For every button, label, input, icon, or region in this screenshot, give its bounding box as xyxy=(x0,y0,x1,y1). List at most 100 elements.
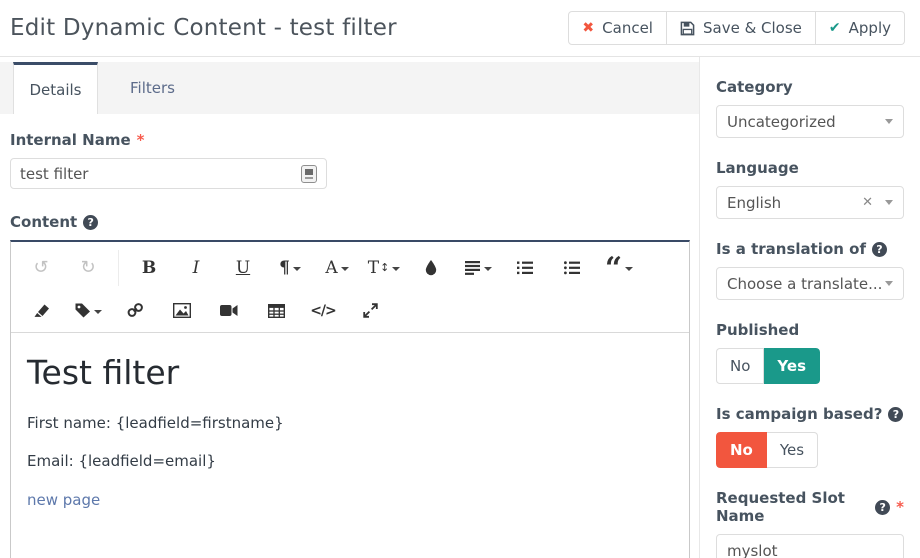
insert-link-button[interactable] xyxy=(115,293,155,329)
chevron-down-icon xyxy=(484,267,492,271)
cancel-label: Cancel xyxy=(602,19,653,37)
cancel-x-icon: ✖ xyxy=(582,20,594,36)
bold-icon: B xyxy=(142,258,156,278)
chevron-down-icon xyxy=(293,267,301,271)
font-size-icon: T xyxy=(368,258,379,278)
font-size-button[interactable]: T↕ xyxy=(364,250,404,286)
slot-name-label: Requested Slot Name ? * xyxy=(716,489,904,525)
help-icon[interactable]: ? xyxy=(888,407,903,422)
italic-icon: I xyxy=(193,258,200,278)
translation-label: Is a translation of ? xyxy=(716,240,904,258)
text-color-button[interactable] xyxy=(411,250,451,286)
video-camera-icon xyxy=(220,304,238,317)
help-icon[interactable]: ? xyxy=(83,215,98,230)
redo-icon: ↻ xyxy=(80,259,95,277)
published-toggle: No Yes xyxy=(716,348,820,384)
required-asterisk: * xyxy=(137,131,145,149)
apply-button[interactable]: ✔ Apply xyxy=(816,11,905,45)
cancel-button[interactable]: ✖ Cancel xyxy=(568,11,667,45)
language-select[interactable]: English ✕ xyxy=(716,186,904,219)
floppy-icon xyxy=(680,21,695,36)
chevron-down-icon xyxy=(392,267,400,271)
insert-image-button[interactable] xyxy=(162,293,202,329)
chevron-down-icon xyxy=(885,200,893,205)
ordered-list-button[interactable] xyxy=(505,250,545,286)
paragraph-icon: ¶ xyxy=(279,258,290,278)
unordered-list-button[interactable] xyxy=(552,250,592,286)
chevron-down-icon xyxy=(885,119,893,124)
unordered-list-icon xyxy=(564,261,580,275)
campaign-yes-button[interactable]: Yes xyxy=(767,432,818,468)
category-select[interactable]: Uncategorized xyxy=(716,105,904,138)
required-asterisk: * xyxy=(896,498,904,516)
quote-icon: “ xyxy=(605,269,622,281)
italic-button[interactable]: I xyxy=(176,250,216,286)
align-icon xyxy=(465,261,481,275)
rich-text-editor: ↺ ↻ B I U ¶ A T↕ xyxy=(10,240,690,558)
language-label: Language xyxy=(716,159,904,177)
slot-name-input[interactable] xyxy=(716,534,904,558)
page-header: Edit Dynamic Content - test filter ✖ Can… xyxy=(0,0,920,57)
quote-button[interactable]: “ xyxy=(599,250,639,286)
main-column: Details Filters Internal Name * Content … xyxy=(0,57,700,558)
autofill-icon[interactable] xyxy=(301,165,317,183)
internal-name-label: Internal Name * xyxy=(10,131,689,149)
published-no-button[interactable]: No xyxy=(716,348,764,384)
editor-new-page-link[interactable]: new page xyxy=(27,491,100,509)
tab-bar: Details Filters xyxy=(0,62,699,114)
insert-table-button[interactable] xyxy=(256,293,296,329)
paragraph-format-button[interactable]: ¶ xyxy=(270,250,310,286)
tab-details[interactable]: Details xyxy=(13,62,98,114)
align-button[interactable] xyxy=(458,250,498,286)
campaign-based-label: Is campaign based? ? xyxy=(716,405,904,423)
ordered-list-icon xyxy=(517,261,533,275)
tag-icon xyxy=(75,303,91,318)
save-close-label: Save & Close xyxy=(703,19,802,37)
apply-check-icon: ✔ xyxy=(829,20,841,36)
bold-button[interactable]: B xyxy=(129,250,169,286)
internal-name-input[interactable] xyxy=(20,165,301,183)
page-title: Edit Dynamic Content - test filter xyxy=(10,15,397,41)
tab-filters[interactable]: Filters xyxy=(98,62,207,114)
font-family-button[interactable]: A xyxy=(317,250,357,286)
clear-selection-icon[interactable]: ✕ xyxy=(862,195,873,210)
token-button[interactable] xyxy=(68,293,108,329)
fullscreen-button[interactable] xyxy=(350,293,390,329)
internal-name-field-wrap xyxy=(10,158,327,189)
expand-icon xyxy=(363,303,378,318)
underline-icon: U xyxy=(236,258,250,278)
insert-video-button[interactable] xyxy=(209,293,249,329)
content-label: Content ? xyxy=(10,213,689,231)
image-icon xyxy=(173,303,191,318)
toolbar-separator xyxy=(118,250,119,286)
undo-button[interactable]: ↺ xyxy=(21,250,61,286)
editor-toolbar: ↺ ↻ B I U ¶ A T↕ xyxy=(11,242,689,332)
sidebar: Category Uncategorized Language English … xyxy=(700,57,919,558)
code-view-button[interactable]: </> xyxy=(303,293,343,329)
redo-button[interactable]: ↻ xyxy=(68,250,108,286)
editor-line-firstname: First name: {leadfield=firstname} xyxy=(27,414,673,432)
clear-formatting-button[interactable] xyxy=(21,293,61,329)
apply-label: Apply xyxy=(849,19,891,37)
droplet-icon xyxy=(424,260,438,276)
link-icon xyxy=(127,303,144,318)
help-icon[interactable]: ? xyxy=(875,500,890,515)
save-close-button[interactable]: Save & Close xyxy=(667,11,816,45)
header-actions: ✖ Cancel Save & Close ✔ Apply xyxy=(568,11,905,45)
help-icon[interactable]: ? xyxy=(872,242,887,257)
editor-heading: Test filter xyxy=(27,353,673,392)
underline-button[interactable]: U xyxy=(223,250,263,286)
published-label: Published xyxy=(716,321,904,339)
campaign-no-button[interactable]: No xyxy=(716,432,767,468)
published-yes-button[interactable]: Yes xyxy=(764,348,820,384)
chevron-down-icon xyxy=(625,267,633,271)
editor-content-area[interactable]: Test filter First name: {leadfield=first… xyxy=(11,332,689,558)
undo-icon: ↺ xyxy=(33,259,48,277)
chevron-down-icon xyxy=(341,267,349,271)
code-icon: </> xyxy=(310,303,336,319)
font-family-icon: A xyxy=(325,258,337,278)
eraser-icon xyxy=(33,303,50,318)
category-label: Category xyxy=(716,78,904,96)
translation-select[interactable]: Choose a translate... xyxy=(716,267,904,300)
editor-line-email: Email: {leadfield=email} xyxy=(27,452,673,470)
